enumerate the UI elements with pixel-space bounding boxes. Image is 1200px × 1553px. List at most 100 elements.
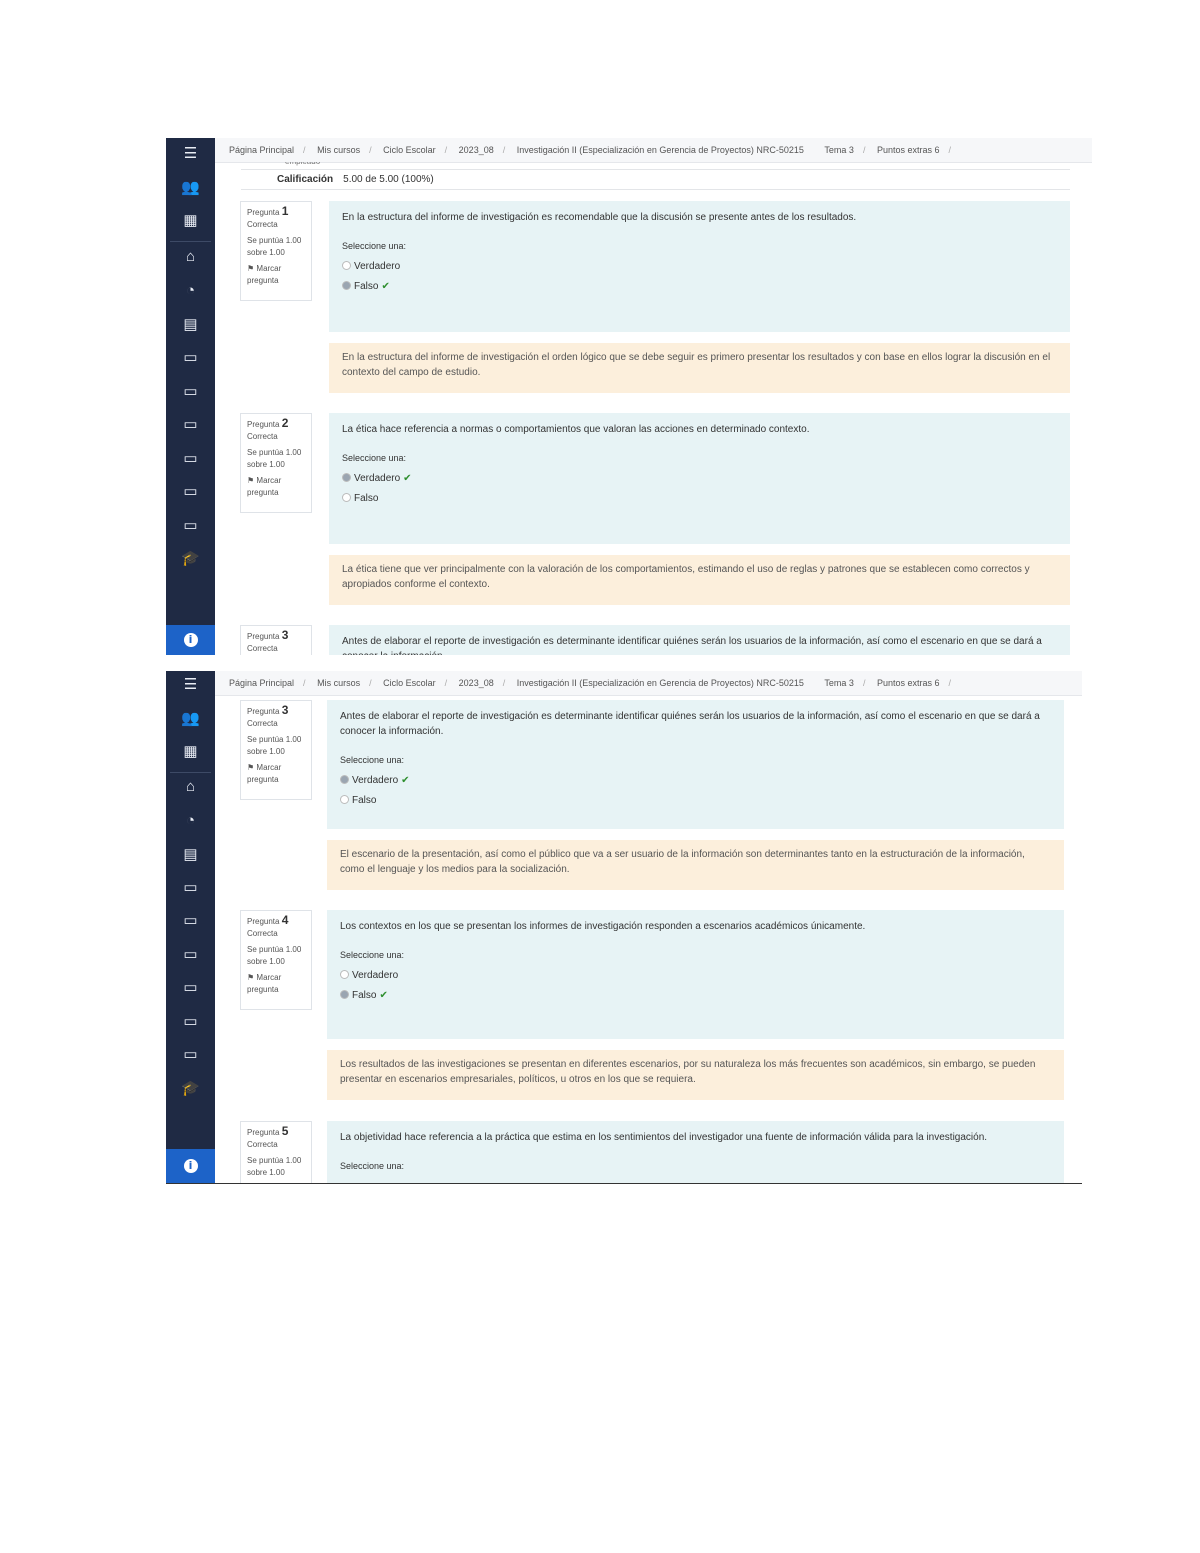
select-one-label: Seleccione una: xyxy=(340,755,405,765)
breadcrumb-topic[interactable]: Tema 3 xyxy=(824,678,854,688)
info-button[interactable]: i xyxy=(166,1149,215,1183)
feedback-box: La ética tiene que ver principalmente co… xyxy=(329,555,1070,605)
folder-icon[interactable]: ▭ xyxy=(166,1012,215,1032)
option-false[interactable]: Falso xyxy=(342,491,1057,506)
breadcrumb-topic[interactable]: Tema 3 xyxy=(824,145,854,155)
option-true[interactable]: Verdadero ✔ xyxy=(340,773,1051,788)
question-status: Correcta xyxy=(247,432,278,441)
question-text: Los contextos en los que se presentan lo… xyxy=(340,921,866,932)
folder-icon[interactable]: ▭ xyxy=(166,1045,215,1065)
flag-question[interactable]: ⚑ Marcar pregunta xyxy=(247,475,305,499)
question-text-box: En la estructura del informe de investig… xyxy=(329,201,1070,332)
home-icon[interactable]: ⌂ xyxy=(166,777,215,797)
folder-icon[interactable]: ▭ xyxy=(166,449,215,469)
folder-icon[interactable]: ▭ xyxy=(166,911,215,931)
option-false[interactable]: Falso ✔ xyxy=(342,279,1057,294)
grade-label: Calificación xyxy=(277,174,334,185)
breadcrumb-school-cycle[interactable]: Ciclo Escolar xyxy=(383,145,436,155)
grade-value: 5.00 de 5.00 (100%) xyxy=(343,174,434,185)
question-number: Pregunta 1 xyxy=(247,204,289,218)
question-text: Antes de elaborar el reporte de investig… xyxy=(342,636,1042,655)
breadcrumb-my-courses[interactable]: Mis cursos xyxy=(317,145,360,155)
check-icon: ✔ xyxy=(381,281,390,292)
screenshot-bottom: ☰ 👥 ▦ ⌂ ◔ ▤ ▭ ▭ ▭ ▭ ▭ ▭ 🎓 i Página Princ… xyxy=(166,671,1082,1184)
breadcrumb-term[interactable]: 2023_08 xyxy=(459,678,494,688)
option-false[interactable]: Falso ✔ xyxy=(340,988,1051,1003)
folder-icon[interactable]: ▭ xyxy=(166,482,215,502)
option-true[interactable]: Verdadero xyxy=(340,968,1051,983)
option-false[interactable]: Falso xyxy=(340,793,1051,808)
graduation-cap-icon[interactable]: 🎓 xyxy=(166,549,215,569)
screenshot-top: ☰ 👥 ▦ ⌂ ◔ ▤ ▭ ▭ ▭ ▭ ▭ ▭ 🎓 i Página Princ… xyxy=(166,138,1092,655)
feedback-box: Los resultados de las investigaciones se… xyxy=(327,1050,1064,1100)
question-text-box: Antes de elaborar el reporte de investig… xyxy=(327,700,1064,829)
breadcrumb: Página Principal / Mis cursos / Ciclo Esco… xyxy=(215,671,1082,696)
breadcrumb-course[interactable]: Investigación II (Especialización en Ger… xyxy=(517,145,804,155)
option-true[interactable]: Verdadero ✔ xyxy=(342,471,1057,486)
flag-question[interactable]: ⚑ Marcar pregunta xyxy=(247,263,305,287)
feedback-box: El escenario de la presentación, así com… xyxy=(327,840,1064,890)
calendar-icon[interactable]: ▤ xyxy=(166,845,215,865)
calendar-icon[interactable]: ▤ xyxy=(166,315,215,335)
summary-divider xyxy=(241,169,1070,170)
folder-icon[interactable]: ▭ xyxy=(166,382,215,402)
breadcrumb-course[interactable]: Investigación II (Especialización en Ger… xyxy=(517,678,804,688)
feedback-text: Los resultados de las investigaciones se… xyxy=(340,1059,1036,1085)
question-info: Pregunta 3 Correcta Se puntúa 1.00 sobre… xyxy=(240,700,312,800)
sidebar-divider xyxy=(170,772,211,773)
question-points: Se puntúa 1.00 sobre 1.00 xyxy=(247,448,302,469)
summary-partial-label: empleado xyxy=(285,162,320,166)
question-text-box: Los contextos en los que se presentan lo… xyxy=(327,910,1064,1039)
radio-button-selected[interactable] xyxy=(340,990,349,999)
participants-icon[interactable]: 👥 xyxy=(166,178,215,198)
radio-button-selected[interactable] xyxy=(342,473,351,482)
breadcrumb-activity[interactable]: Puntos extras 6 xyxy=(877,145,940,155)
grades-icon[interactable]: ▦ xyxy=(166,211,215,231)
question-status: Correcta xyxy=(247,644,278,653)
flag-question[interactable]: ⚑ Marcar pregunta xyxy=(247,762,305,786)
info-icon: i xyxy=(183,1159,198,1173)
breadcrumb-school-cycle[interactable]: Ciclo Escolar xyxy=(383,678,436,688)
question-text-box: La objetividad hace referencia a la prác… xyxy=(327,1121,1064,1183)
folder-icon[interactable]: ▭ xyxy=(166,415,215,435)
sidebar: ☰ 👥 ▦ ⌂ ◔ ▤ ▭ ▭ ▭ ▭ ▭ ▭ 🎓 i xyxy=(166,138,215,655)
radio-button[interactable] xyxy=(342,493,351,502)
radio-button-selected[interactable] xyxy=(340,775,349,784)
sidebar-divider xyxy=(170,241,211,242)
folder-icon[interactable]: ▭ xyxy=(166,516,215,536)
dashboard-icon[interactable]: ◔ xyxy=(166,281,215,301)
grade-row: Calificación 5.00 de 5.00 (100%) xyxy=(277,174,434,185)
question-status: Correcta xyxy=(247,220,278,229)
menu-icon[interactable]: ☰ xyxy=(166,144,215,164)
breadcrumb-term[interactable]: 2023_08 xyxy=(459,145,494,155)
folder-icon[interactable]: ▭ xyxy=(166,348,215,368)
question-text: La ética hace referencia a normas o comp… xyxy=(342,424,810,435)
select-one-label: Seleccione una: xyxy=(340,1161,405,1171)
home-icon[interactable]: ⌂ xyxy=(166,247,215,267)
breadcrumb-my-courses[interactable]: Mis cursos xyxy=(317,678,360,688)
menu-icon[interactable]: ☰ xyxy=(166,675,215,695)
folder-icon[interactable]: ▭ xyxy=(166,945,215,965)
question-info: Pregunta 5 Correcta Se puntúa 1.00 sobre… xyxy=(240,1121,312,1183)
dashboard-icon[interactable]: ◔ xyxy=(166,811,215,831)
select-one-label: Seleccione una: xyxy=(340,950,405,960)
folder-icon[interactable]: ▭ xyxy=(166,878,215,898)
radio-button[interactable] xyxy=(340,795,349,804)
participants-icon[interactable]: 👥 xyxy=(166,709,215,729)
question-points: Se puntúa 1.00 sobre 1.00 xyxy=(247,1156,302,1177)
radio-button-selected[interactable] xyxy=(342,281,351,290)
breadcrumb-home[interactable]: Página Principal xyxy=(229,145,294,155)
radio-button[interactable] xyxy=(340,970,349,979)
question-number: Pregunta 2 xyxy=(247,416,289,430)
breadcrumb-home[interactable]: Página Principal xyxy=(229,678,294,688)
feedback-text: El escenario de la presentación, así com… xyxy=(340,849,1025,875)
info-button[interactable]: i xyxy=(166,625,215,655)
option-true[interactable]: Verdadero xyxy=(342,259,1057,274)
graduation-cap-icon[interactable]: 🎓 xyxy=(166,1079,215,1099)
folder-icon[interactable]: ▭ xyxy=(166,978,215,998)
flag-question[interactable]: ⚑ Marcar pregunta xyxy=(247,972,305,996)
flag-icon: ⚑ xyxy=(247,973,257,982)
radio-button[interactable] xyxy=(342,261,351,270)
breadcrumb-activity[interactable]: Puntos extras 6 xyxy=(877,678,940,688)
grades-icon[interactable]: ▦ xyxy=(166,742,215,762)
